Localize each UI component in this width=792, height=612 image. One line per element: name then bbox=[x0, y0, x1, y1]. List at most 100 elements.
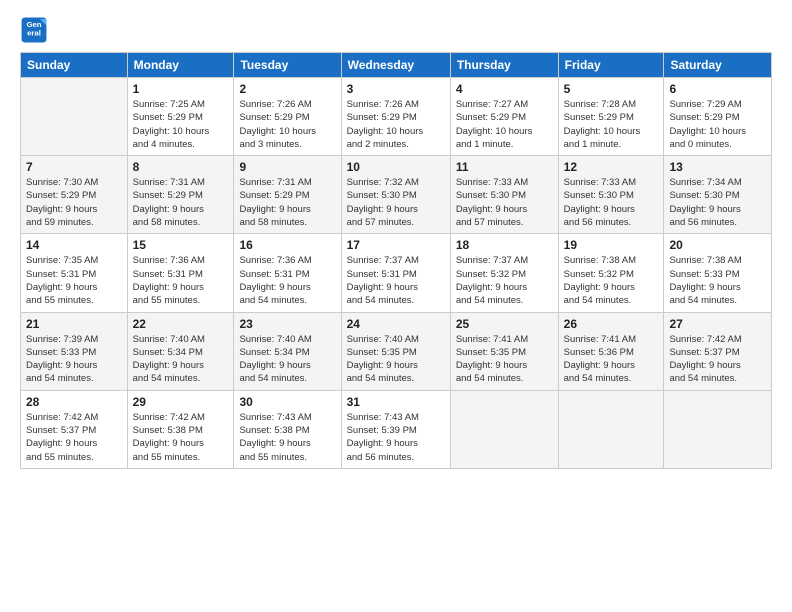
day-number: 25 bbox=[456, 317, 553, 331]
day-cell: 8 Sunrise: 7:31 AM Sunset: 5:29 PM Daylig… bbox=[127, 156, 234, 234]
day-number: 30 bbox=[239, 395, 335, 409]
day-cell: 24 Sunrise: 7:40 AM Sunset: 5:35 PM Dayli… bbox=[341, 312, 450, 390]
day-cell: 29 Sunrise: 7:42 AM Sunset: 5:38 PM Dayli… bbox=[127, 390, 234, 468]
day-info: Sunrise: 7:34 AM Sunset: 5:30 PM Dayligh… bbox=[669, 176, 766, 229]
day-number: 7 bbox=[26, 160, 122, 174]
day-cell: 7 Sunrise: 7:30 AM Sunset: 5:29 PM Daylig… bbox=[21, 156, 128, 234]
day-info: Sunrise: 7:38 AM Sunset: 5:33 PM Dayligh… bbox=[669, 254, 766, 307]
day-cell bbox=[664, 390, 772, 468]
day-number: 9 bbox=[239, 160, 335, 174]
day-cell: 30 Sunrise: 7:43 AM Sunset: 5:38 PM Dayli… bbox=[234, 390, 341, 468]
day-info: Sunrise: 7:36 AM Sunset: 5:31 PM Dayligh… bbox=[133, 254, 229, 307]
week-row-4: 28 Sunrise: 7:42 AM Sunset: 5:37 PM Dayli… bbox=[21, 390, 772, 468]
day-cell: 25 Sunrise: 7:41 AM Sunset: 5:35 PM Dayli… bbox=[450, 312, 558, 390]
day-info: Sunrise: 7:37 AM Sunset: 5:32 PM Dayligh… bbox=[456, 254, 553, 307]
day-info: Sunrise: 7:40 AM Sunset: 5:34 PM Dayligh… bbox=[239, 333, 335, 386]
header-thursday: Thursday bbox=[450, 53, 558, 78]
day-cell: 13Sunrise: 7:34 AM Sunset: 5:30 PM Dayli… bbox=[664, 156, 772, 234]
day-number: 29 bbox=[133, 395, 229, 409]
day-info: Sunrise: 7:26 AM Sunset: 5:29 PM Dayligh… bbox=[239, 98, 335, 151]
day-cell: 10Sunrise: 7:32 AM Sunset: 5:30 PM Dayli… bbox=[341, 156, 450, 234]
day-number: 3 bbox=[347, 82, 445, 96]
day-info: Sunrise: 7:32 AM Sunset: 5:30 PM Dayligh… bbox=[347, 176, 445, 229]
day-cell: 18 Sunrise: 7:37 AM Sunset: 5:32 PM Dayli… bbox=[450, 234, 558, 312]
day-cell: 19Sunrise: 7:38 AM Sunset: 5:32 PM Dayli… bbox=[558, 234, 664, 312]
day-info: Sunrise: 7:43 AM Sunset: 5:39 PM Dayligh… bbox=[347, 411, 445, 464]
day-cell: 22Sunrise: 7:40 AM Sunset: 5:34 PM Dayli… bbox=[127, 312, 234, 390]
day-cell: 28 Sunrise: 7:42 AM Sunset: 5:37 PM Dayli… bbox=[21, 390, 128, 468]
week-row-1: 7 Sunrise: 7:30 AM Sunset: 5:29 PM Daylig… bbox=[21, 156, 772, 234]
day-cell: 17 Sunrise: 7:37 AM Sunset: 5:31 PM Dayli… bbox=[341, 234, 450, 312]
calendar-table: SundayMondayTuesdayWednesdayThursdayFrid… bbox=[20, 52, 772, 469]
day-cell: 6Sunrise: 7:29 AM Sunset: 5:29 PM Daylig… bbox=[664, 78, 772, 156]
day-cell bbox=[21, 78, 128, 156]
day-info: Sunrise: 7:25 AM Sunset: 5:29 PM Dayligh… bbox=[133, 98, 229, 151]
day-info: Sunrise: 7:38 AM Sunset: 5:32 PM Dayligh… bbox=[564, 254, 659, 307]
svg-text:Gen: Gen bbox=[26, 20, 41, 29]
day-number: 16 bbox=[239, 238, 335, 252]
day-info: Sunrise: 7:42 AM Sunset: 5:37 PM Dayligh… bbox=[669, 333, 766, 386]
day-number: 15 bbox=[133, 238, 229, 252]
day-info: Sunrise: 7:40 AM Sunset: 5:34 PM Dayligh… bbox=[133, 333, 229, 386]
day-number: 18 bbox=[456, 238, 553, 252]
day-info: Sunrise: 7:37 AM Sunset: 5:31 PM Dayligh… bbox=[347, 254, 445, 307]
day-number: 23 bbox=[239, 317, 335, 331]
day-number: 2 bbox=[239, 82, 335, 96]
day-cell: 21 Sunrise: 7:39 AM Sunset: 5:33 PM Dayli… bbox=[21, 312, 128, 390]
day-cell: 31 Sunrise: 7:43 AM Sunset: 5:39 PM Dayli… bbox=[341, 390, 450, 468]
day-info: Sunrise: 7:33 AM Sunset: 5:30 PM Dayligh… bbox=[456, 176, 553, 229]
header-tuesday: Tuesday bbox=[234, 53, 341, 78]
day-info: Sunrise: 7:28 AM Sunset: 5:29 PM Dayligh… bbox=[564, 98, 659, 151]
header-sunday: Sunday bbox=[21, 53, 128, 78]
day-cell: 9 Sunrise: 7:31 AM Sunset: 5:29 PM Daylig… bbox=[234, 156, 341, 234]
day-cell: 20 Sunrise: 7:38 AM Sunset: 5:33 PM Dayli… bbox=[664, 234, 772, 312]
day-number: 24 bbox=[347, 317, 445, 331]
header-row: SundayMondayTuesdayWednesdayThursdayFrid… bbox=[21, 53, 772, 78]
header-friday: Friday bbox=[558, 53, 664, 78]
day-number: 17 bbox=[347, 238, 445, 252]
day-cell: 15 Sunrise: 7:36 AM Sunset: 5:31 PM Dayli… bbox=[127, 234, 234, 312]
day-number: 28 bbox=[26, 395, 122, 409]
day-cell: 2 Sunrise: 7:26 AM Sunset: 5:29 PM Daylig… bbox=[234, 78, 341, 156]
day-info: Sunrise: 7:36 AM Sunset: 5:31 PM Dayligh… bbox=[239, 254, 335, 307]
day-info: Sunrise: 7:39 AM Sunset: 5:33 PM Dayligh… bbox=[26, 333, 122, 386]
day-cell: 5 Sunrise: 7:28 AM Sunset: 5:29 PM Daylig… bbox=[558, 78, 664, 156]
week-row-3: 21 Sunrise: 7:39 AM Sunset: 5:33 PM Dayli… bbox=[21, 312, 772, 390]
day-number: 11 bbox=[456, 160, 553, 174]
header: Gen eral bbox=[20, 16, 772, 44]
day-number: 14 bbox=[26, 238, 122, 252]
day-info: Sunrise: 7:40 AM Sunset: 5:35 PM Dayligh… bbox=[347, 333, 445, 386]
calendar-page: Gen eral SundayMondayTuesdayWednesdayThu… bbox=[0, 0, 792, 612]
day-info: Sunrise: 7:26 AM Sunset: 5:29 PM Dayligh… bbox=[347, 98, 445, 151]
day-number: 4 bbox=[456, 82, 553, 96]
day-number: 31 bbox=[347, 395, 445, 409]
header-saturday: Saturday bbox=[664, 53, 772, 78]
day-info: Sunrise: 7:42 AM Sunset: 5:38 PM Dayligh… bbox=[133, 411, 229, 464]
week-row-0: 1Sunrise: 7:25 AM Sunset: 5:29 PM Daylig… bbox=[21, 78, 772, 156]
day-cell: 26Sunrise: 7:41 AM Sunset: 5:36 PM Dayli… bbox=[558, 312, 664, 390]
day-info: Sunrise: 7:31 AM Sunset: 5:29 PM Dayligh… bbox=[133, 176, 229, 229]
day-info: Sunrise: 7:30 AM Sunset: 5:29 PM Dayligh… bbox=[26, 176, 122, 229]
header-monday: Monday bbox=[127, 53, 234, 78]
day-info: Sunrise: 7:41 AM Sunset: 5:36 PM Dayligh… bbox=[564, 333, 659, 386]
day-cell: 11 Sunrise: 7:33 AM Sunset: 5:30 PM Dayli… bbox=[450, 156, 558, 234]
day-cell: 1Sunrise: 7:25 AM Sunset: 5:29 PM Daylig… bbox=[127, 78, 234, 156]
day-number: 8 bbox=[133, 160, 229, 174]
day-info: Sunrise: 7:31 AM Sunset: 5:29 PM Dayligh… bbox=[239, 176, 335, 229]
logo-icon: Gen eral bbox=[20, 16, 48, 44]
week-row-2: 14Sunrise: 7:35 AM Sunset: 5:31 PM Dayli… bbox=[21, 234, 772, 312]
day-info: Sunrise: 7:33 AM Sunset: 5:30 PM Dayligh… bbox=[564, 176, 659, 229]
day-cell: 16 Sunrise: 7:36 AM Sunset: 5:31 PM Dayli… bbox=[234, 234, 341, 312]
day-number: 5 bbox=[564, 82, 659, 96]
logo: Gen eral bbox=[20, 16, 50, 44]
day-cell: 14Sunrise: 7:35 AM Sunset: 5:31 PM Dayli… bbox=[21, 234, 128, 312]
day-info: Sunrise: 7:41 AM Sunset: 5:35 PM Dayligh… bbox=[456, 333, 553, 386]
day-number: 12 bbox=[564, 160, 659, 174]
day-number: 21 bbox=[26, 317, 122, 331]
day-cell: 27Sunrise: 7:42 AM Sunset: 5:37 PM Dayli… bbox=[664, 312, 772, 390]
day-number: 20 bbox=[669, 238, 766, 252]
day-info: Sunrise: 7:43 AM Sunset: 5:38 PM Dayligh… bbox=[239, 411, 335, 464]
day-info: Sunrise: 7:42 AM Sunset: 5:37 PM Dayligh… bbox=[26, 411, 122, 464]
calendar-body: 1Sunrise: 7:25 AM Sunset: 5:29 PM Daylig… bbox=[21, 78, 772, 469]
day-cell bbox=[558, 390, 664, 468]
